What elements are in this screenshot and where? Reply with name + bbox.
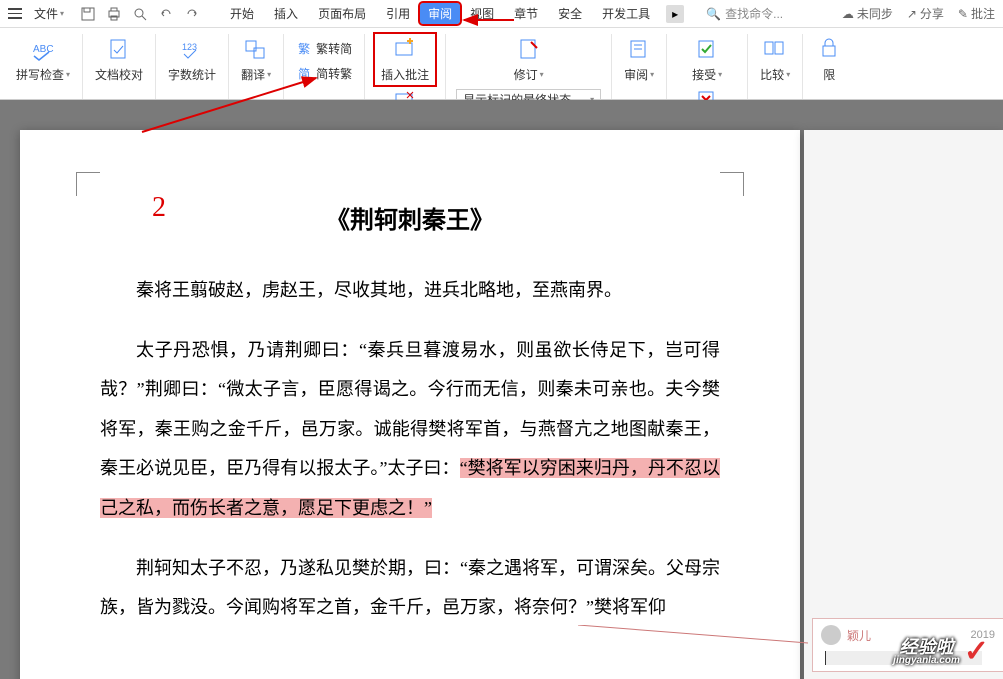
pen-icon: ✎: [958, 7, 968, 21]
watermark-en: jingyanla.com: [893, 656, 960, 666]
simp2trad-label: 繁转简: [316, 40, 352, 57]
save-icon[interactable]: [80, 6, 96, 22]
comment-panel: 颖儿 2019: [804, 130, 1003, 679]
group-changes: 接受 拒绝 上一条 下一条: [667, 34, 748, 99]
review-label: 审阅: [624, 66, 654, 83]
page[interactable]: 《荆轲刺秦王》 秦将王翦破赵，虏赵王，尽收其地，进兵北略地，至燕南界。 太子丹恐…: [20, 130, 800, 679]
track-button[interactable]: 修订: [508, 34, 550, 85]
hamburger-icon[interactable]: [8, 7, 22, 21]
document-area: 《荆轲刺秦王》 秦将王翦破赵，虏赵王，尽收其地，进兵北略地，至燕南界。 太子丹恐…: [0, 100, 1003, 679]
annotation-number: 2: [152, 192, 166, 224]
accept-label: 接受: [692, 66, 722, 83]
wordcount-button[interactable]: 123 字数统计: [162, 34, 222, 85]
sync-label: 未同步: [857, 5, 893, 22]
wordcount-label: 字数统计: [168, 66, 216, 83]
translate-button[interactable]: 翻译: [235, 34, 277, 85]
group-compare: 比较: [748, 34, 803, 99]
page-corner-tr: [720, 172, 744, 196]
watermark-check-icon: ✓: [964, 634, 989, 669]
track-label: 修订: [514, 66, 544, 83]
trad2simp-label: 简转繁: [316, 65, 352, 82]
translate-label: 翻译: [241, 66, 271, 83]
file-menu[interactable]: 文件: [28, 3, 70, 24]
insert-comment-label: 插入批注: [381, 66, 429, 83]
menu-bar: 文件 开始 插入 页面布局 引用 审阅 视图 章节 安全 开发工具 ▸ 🔍 查找…: [0, 0, 1003, 28]
page-corner-tl: [76, 172, 100, 196]
share-button[interactable]: ↗ 分享: [907, 5, 944, 22]
limit-label: 限: [823, 66, 835, 83]
avatar: [821, 625, 841, 645]
insert-comment-icon: [391, 36, 419, 64]
quick-access-toolbar: [80, 6, 200, 22]
tab-section[interactable]: 章节: [504, 1, 548, 26]
group-comment: 插入批注 删除 上一条 下一条: [365, 34, 446, 99]
group-chinese: 繁 繁转简 简 简转繁: [284, 34, 365, 99]
accept-button[interactable]: 接受: [686, 34, 728, 85]
tab-dev[interactable]: 开发工具: [592, 1, 660, 26]
share-icon: ↗: [907, 7, 917, 21]
spellcheck-icon: ABC: [29, 36, 57, 64]
search-icon: 🔍: [706, 7, 721, 21]
doccheck-icon: [105, 36, 133, 64]
annotation-label: 批注: [971, 5, 995, 22]
tab-reference[interactable]: 引用: [376, 1, 420, 26]
group-review: 审阅: [612, 34, 667, 99]
doc-title: 《荆轲刺秦王》: [100, 200, 720, 235]
spellcheck-label: 拼写检查: [16, 66, 70, 83]
tab-insert[interactable]: 插入: [264, 1, 308, 26]
search-placeholder: 查找命令...: [725, 5, 783, 22]
annotation-button[interactable]: ✎ 批注: [958, 5, 995, 22]
compare-label: 比较: [760, 66, 790, 83]
watermark-cn: 经验啦: [900, 638, 954, 656]
right-menu: ☁ 未同步 ↗ 分享 ✎ 批注: [842, 5, 995, 22]
tab-view[interactable]: 视图: [460, 1, 504, 26]
simp2trad-button[interactable]: 繁 繁转简: [294, 38, 354, 59]
simp2trad-icon: 繁: [296, 41, 312, 57]
trad2simp-icon: 简: [296, 66, 312, 82]
group-track: 修订 显示标记的最终状态 显示标记 ▾: [446, 34, 612, 99]
cloud-icon: ☁: [842, 7, 854, 21]
tab-row: 开始 插入 页面布局 引用 审阅 视图 章节 安全 开发工具 ▸: [220, 1, 684, 26]
review-button[interactable]: 审阅: [618, 34, 660, 85]
compare-icon: [761, 36, 789, 64]
doccheck-button[interactable]: 文档校对: [89, 34, 149, 85]
svg-text:123: 123: [182, 42, 197, 52]
preview-icon[interactable]: [132, 6, 148, 22]
redo-icon[interactable]: [184, 6, 200, 22]
wordcount-icon: 123: [178, 36, 206, 64]
limit-button[interactable]: 限: [809, 34, 849, 85]
svg-text:ABC: ABC: [33, 44, 54, 55]
group-limit: 限: [803, 34, 855, 99]
limit-icon: [815, 36, 843, 64]
doc-para-1: 秦将王翦破赵，虏赵王，尽收其地，进兵北略地，至燕南界。: [100, 271, 720, 311]
group-translate: 翻译: [229, 34, 284, 99]
ribbon: ABC 拼写检查 文档校对 123 字数统计 翻译: [0, 28, 1003, 100]
tab-more-icon[interactable]: ▸: [666, 5, 684, 23]
track-icon: [515, 36, 543, 64]
review-icon: [625, 36, 653, 64]
group-doccheck: 文档校对: [83, 34, 156, 99]
doccheck-label: 文档校对: [95, 66, 143, 83]
share-label: 分享: [920, 5, 944, 22]
watermark: 经验啦 jingyanla.com ✓: [893, 634, 989, 669]
tab-review[interactable]: 审阅: [420, 3, 460, 24]
undo-icon[interactable]: [158, 6, 174, 22]
sync-button[interactable]: ☁ 未同步: [842, 5, 893, 22]
trad2simp-button[interactable]: 简 简转繁: [294, 63, 354, 84]
tab-layout[interactable]: 页面布局: [308, 1, 376, 26]
group-proofing: ABC 拼写检查: [4, 34, 83, 99]
tab-security[interactable]: 安全: [548, 1, 592, 26]
translate-icon: [242, 36, 270, 64]
insert-comment-button[interactable]: 插入批注: [375, 34, 435, 85]
print-icon[interactable]: [106, 6, 122, 22]
spellcheck-button[interactable]: ABC 拼写检查: [10, 34, 76, 85]
search-area[interactable]: 🔍 查找命令...: [706, 5, 783, 22]
tab-start[interactable]: 开始: [220, 1, 264, 26]
compare-button[interactable]: 比较: [754, 34, 796, 85]
accept-icon: [693, 36, 721, 64]
doc-para-3: 荆轲知太子不忍，乃遂私见樊於期，曰：“秦之遇将军，可谓深矣。父母宗族，皆为戮没。…: [100, 549, 720, 628]
group-wordcount: 123 字数统计: [156, 34, 229, 99]
comment-author: 颖儿: [847, 627, 871, 644]
doc-para-2: 太子丹恐惧，乃请荆卿曰：“秦兵旦暮渡易水，则虽欲长侍足下，岂可得哉？”荆卿曰：“…: [100, 331, 720, 529]
